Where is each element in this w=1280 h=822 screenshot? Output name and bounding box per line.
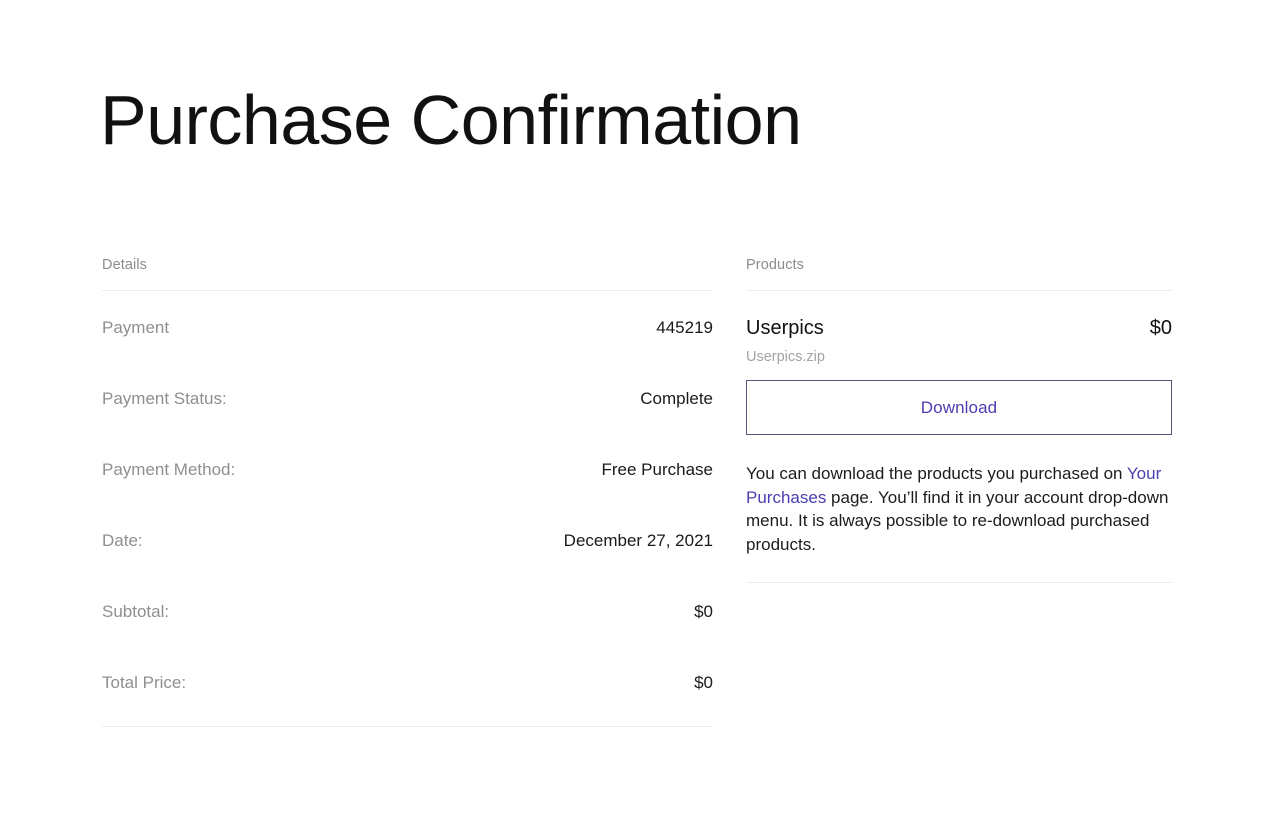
- detail-row-payment-status: Payment Status: Complete: [102, 362, 713, 433]
- purchase-confirmation-page: Purchase Confirmation Details Payment 44…: [0, 0, 1280, 822]
- product-name: Userpics: [746, 317, 824, 339]
- products-column: Products Userpics $0 Userpics.zip Downlo…: [746, 256, 1172, 583]
- detail-value: $0: [694, 673, 713, 692]
- details-column: Details Payment 445219 Payment Status: C…: [102, 256, 713, 727]
- detail-value: Free Purchase: [601, 460, 714, 479]
- detail-label: Payment: [102, 318, 170, 337]
- details-footer-divider: [102, 726, 713, 727]
- detail-row-total-price: Total Price: $0: [102, 646, 713, 717]
- detail-label: Total Price:: [102, 673, 187, 692]
- product-price: $0: [1149, 317, 1172, 339]
- detail-value: Complete: [640, 389, 713, 408]
- download-info-note: You can download the products you purcha…: [746, 462, 1172, 556]
- detail-label: Date:: [102, 531, 143, 550]
- page-title: Purchase Confirmation: [100, 81, 802, 159]
- detail-value: $0: [694, 602, 713, 621]
- detail-label: Payment Status:: [102, 389, 227, 408]
- detail-row-payment-method: Payment Method: Free Purchase: [102, 433, 713, 504]
- download-button[interactable]: Download: [746, 380, 1172, 435]
- detail-row-payment: Payment 445219: [102, 291, 713, 362]
- detail-row-subtotal: Subtotal: $0: [102, 575, 713, 646]
- detail-label: Subtotal:: [102, 602, 170, 621]
- product-item-row: Userpics $0: [746, 291, 1172, 341]
- detail-value: December 27, 2021: [563, 531, 713, 550]
- detail-label: Payment Method:: [102, 460, 236, 479]
- products-section-label: Products: [746, 257, 805, 273]
- info-note-part1: You can download the products you purcha…: [746, 464, 1127, 483]
- products-footer-divider: [746, 582, 1172, 583]
- details-section-label: Details: [102, 257, 148, 273]
- detail-value: 445219: [656, 318, 713, 337]
- detail-row-date: Date: December 27, 2021: [102, 504, 713, 575]
- product-filename: Userpics.zip: [746, 349, 825, 365]
